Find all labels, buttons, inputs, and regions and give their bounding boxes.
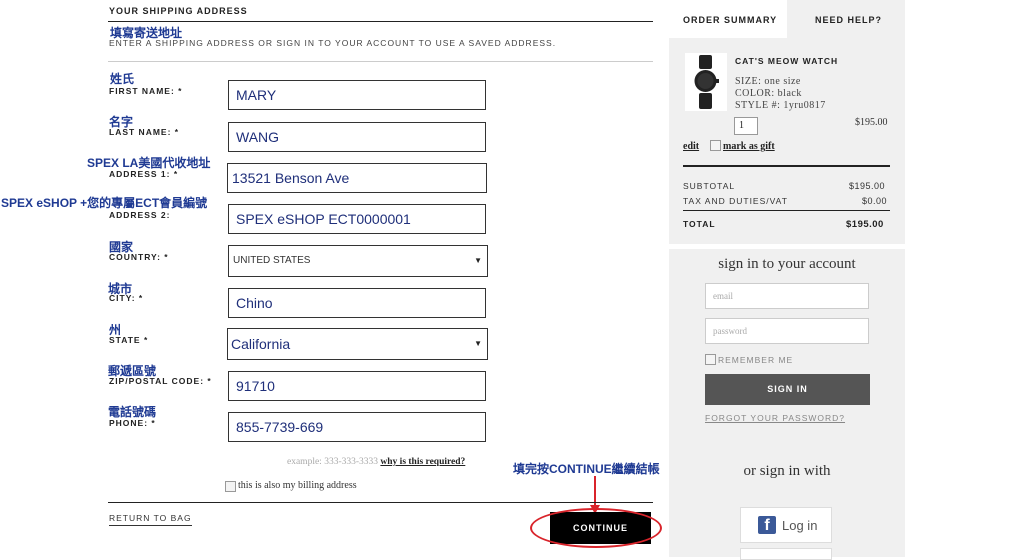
or-sign-in-with: or sign in with (743, 463, 831, 479)
password-field[interactable]: password (705, 318, 869, 344)
product-style: STYLE #: 1yru0817 (735, 100, 826, 111)
city-label: CITY: * (109, 293, 144, 303)
total-value: $195.00 (846, 219, 884, 230)
billing-checkbox-label: this is also my billing address (238, 480, 357, 491)
phone-label: PHONE: * (109, 418, 156, 428)
sign-in-button[interactable]: SIGN IN (705, 374, 870, 405)
tab-need-help[interactable]: NEED HELP? (815, 15, 882, 25)
divider (683, 165, 890, 167)
why-required-link[interactable]: why is this required? (380, 457, 465, 467)
gift-checkbox[interactable] (710, 140, 721, 151)
shipping-instruction: ENTER A SHIPPING ADDRESS OR SIGN IN TO Y… (109, 38, 557, 48)
tax-label: TAX AND DUTIES/VAT (683, 196, 788, 206)
address2-label: ADDRESS 2: (109, 210, 171, 220)
forgot-password-link[interactable]: FORGOT YOUR PASSWORD? (705, 413, 845, 423)
address1-field[interactable]: 13521 Benson Ave (227, 163, 487, 193)
last-name-label: LAST NAME: * (109, 127, 180, 137)
address2-label-cn: SPEX eSHOP +您的專屬ECT會員編號 (1, 196, 208, 210)
country-select[interactable]: UNITED STATES ▼ (228, 245, 488, 277)
dropdown-arrow-icon: ▼ (474, 339, 482, 348)
billing-checkbox[interactable] (225, 481, 236, 492)
email-field[interactable]: email (705, 283, 869, 309)
facebook-icon: f (758, 516, 776, 534)
address1-label: ADDRESS 1: * (109, 169, 179, 179)
remember-me-label: REMEMBER ME (718, 355, 794, 365)
state-label: STATE * (109, 335, 149, 345)
return-to-bag-link[interactable]: RETURN TO BAG (109, 513, 192, 526)
country-label: COUNTRY: * (109, 252, 169, 262)
last-name-field[interactable]: WANG (228, 122, 486, 152)
highlight-ellipse (530, 508, 662, 548)
address2-field[interactable]: SPEX eSHOP ECT0000001 (228, 204, 486, 234)
tax-value: $0.00 (862, 196, 888, 206)
watch-product-image (685, 53, 727, 111)
city-field[interactable]: Chino (228, 288, 486, 318)
edit-link[interactable]: edit (683, 141, 699, 152)
divider (108, 502, 653, 503)
zip-label: ZIP/POSTAL CODE: * (109, 376, 212, 386)
tab-order-summary[interactable]: ORDER SUMMARY (683, 15, 777, 25)
product-name[interactable]: CAT'S MEOW WATCH (735, 56, 838, 66)
continue-note-cn: 填完按CONTINUE繼續結帳 (513, 462, 660, 476)
phone-field[interactable]: 855-7739-669 (228, 412, 486, 442)
divider (683, 210, 890, 211)
dropdown-arrow-icon: ▼ (474, 256, 482, 265)
subtotal-label: SUBTOTAL (683, 181, 736, 191)
remember-me-checkbox[interactable] (705, 354, 716, 365)
zip-field[interactable]: 91710 (228, 371, 486, 401)
phone-hint: example: 333-333-3333 why is this requir… (287, 457, 465, 467)
state-value: California (231, 336, 291, 352)
second-social-button[interactable] (740, 548, 832, 560)
subtotal-value: $195.00 (849, 181, 886, 191)
first-name-field[interactable]: MARY (228, 80, 486, 110)
country-value: UNITED STATES (233, 255, 311, 266)
phone-example: example: 333-333-3333 (287, 457, 379, 467)
mark-as-gift-label[interactable]: mark as gift (723, 141, 775, 152)
shipping-section-title: YOUR SHIPPING ADDRESS (109, 6, 248, 16)
facebook-login-label: Log in (782, 518, 818, 533)
sign-in-title: sign in to your account (718, 256, 856, 272)
divider (108, 21, 653, 22)
quantity-input[interactable]: 1 (734, 117, 758, 135)
first-name-label: FIRST NAME: * (109, 86, 183, 96)
divider (108, 61, 653, 62)
state-select[interactable]: California ▼ (227, 328, 488, 360)
product-price: $195.00 (855, 117, 888, 128)
product-color: COLOR: black (735, 88, 802, 99)
facebook-login-button[interactable]: f Log in (740, 507, 832, 543)
first-name-label-cn: 姓氏 (110, 72, 135, 86)
product-size: SIZE: one size (735, 76, 801, 87)
total-label: TOTAL (683, 219, 716, 229)
